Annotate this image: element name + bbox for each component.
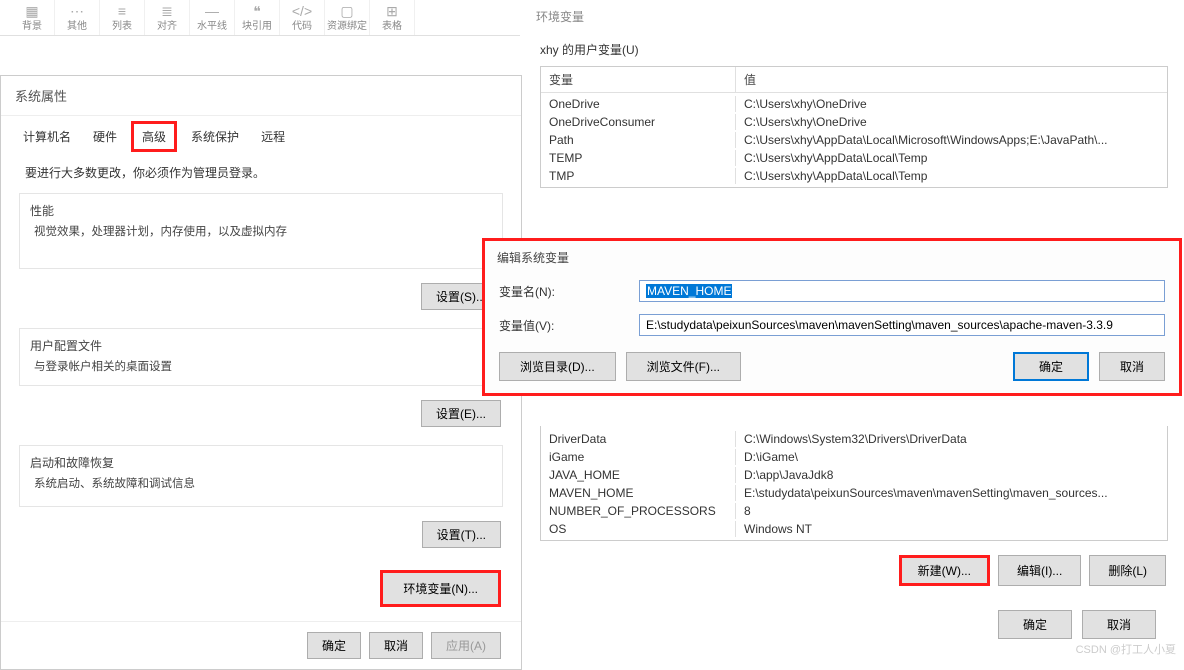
cell-value: Windows NT [736, 521, 1167, 537]
toolbar-align[interactable]: ≣对齐 [145, 0, 190, 35]
cell-name: NUMBER_OF_PROCESSORS [541, 503, 736, 519]
table-row[interactable]: MAVEN_HOMEE:\studydata\peixunSources\mav… [541, 484, 1167, 502]
cell-value: 8 [736, 503, 1167, 519]
cell-value: C:\Windows\System32\Drivers\DriverData [736, 431, 1167, 447]
browse-file-button[interactable]: 浏览文件(F)... [626, 352, 741, 381]
editor-toolbar: ▦背景 ⋯其他 ≡列表 ≣对齐 —水平线 ❝块引用 </>代码 ▢资源绑定 ⊞表… [0, 0, 520, 36]
tab-advanced[interactable]: 高级 [131, 121, 177, 152]
table-header: 变量 值 [541, 66, 1167, 93]
edit-button[interactable]: 编辑(I)... [998, 555, 1081, 586]
cell-value: C:\Users\xhy\AppData\Local\Microsoft\Win… [736, 132, 1167, 148]
table-row[interactable]: PathC:\Users\xhy\AppData\Local\Microsoft… [541, 131, 1167, 149]
browse-dir-button[interactable]: 浏览目录(D)... [499, 352, 616, 381]
cell-name: OS [541, 521, 736, 537]
env-title: 环境变量 [524, 0, 1184, 33]
toolbar-code[interactable]: </>代码 [280, 0, 325, 35]
cell-name: Path [541, 132, 736, 148]
profile-section: 用户配置文件 与登录帐户相关的桌面设置 [19, 328, 503, 386]
toolbar-other[interactable]: ⋯其他 [55, 0, 100, 35]
user-vars-table[interactable]: 变量 值 OneDriveC:\Users\xhy\OneDriveOneDri… [540, 66, 1168, 188]
toolbar-table[interactable]: ⊞表格 [370, 0, 415, 35]
tab-system-protection[interactable]: 系统保护 [183, 124, 247, 152]
dialog-buttons: 确定 取消 应用(A) [1, 621, 521, 669]
table-row[interactable]: iGameD:\iGame\ [541, 448, 1167, 466]
perf-desc: 视觉效果，处理器计划，内存使用，以及虚拟内存 [30, 223, 492, 239]
cell-value: E:\studydata\peixunSources\maven\mavenSe… [736, 485, 1167, 501]
cell-name: iGame [541, 449, 736, 465]
cell-value: C:\Users\xhy\AppData\Local\Temp [736, 168, 1167, 184]
table-row[interactable]: TEMPC:\Users\xhy\AppData\Local\Temp [541, 149, 1167, 167]
system-properties-dialog: 系统属性 计算机名 硬件 高级 系统保护 远程 要进行大多数更改，你必须作为管理… [0, 75, 522, 670]
var-name-input[interactable]: MAVEN_HOME [639, 280, 1165, 302]
user-vars-label: xhy 的用户变量(U) [524, 33, 1184, 62]
perf-label: 性能 [30, 202, 492, 219]
table-row[interactable]: OSWindows NT [541, 520, 1167, 538]
edit-title: 编辑系统变量 [485, 241, 1179, 274]
table-row[interactable]: OneDriveConsumerC:\Users\xhy\OneDrive [541, 113, 1167, 131]
cell-name: OneDriveConsumer [541, 114, 736, 130]
table-row[interactable]: DriverDataC:\Windows\System32\Drivers\Dr… [541, 430, 1167, 448]
col-variable[interactable]: 变量 [541, 67, 736, 92]
startup-label: 启动和故障恢复 [30, 454, 492, 471]
cell-value: C:\Users\xhy\OneDrive [736, 114, 1167, 130]
new-button[interactable]: 新建(W)... [899, 555, 990, 586]
cell-value: C:\Users\xhy\OneDrive [736, 96, 1167, 112]
var-value-label: 变量值(V): [499, 317, 639, 334]
table-row[interactable]: NUMBER_OF_PROCESSORS8 [541, 502, 1167, 520]
cell-value: C:\Users\xhy\AppData\Local\Temp [736, 150, 1167, 166]
env-ok-button[interactable]: 确定 [998, 610, 1072, 639]
profile-desc: 与登录帐户相关的桌面设置 [30, 358, 492, 374]
toolbar-quote[interactable]: ❝块引用 [235, 0, 280, 35]
table-row[interactable]: JAVA_HOMED:\app\JavaJdk8 [541, 466, 1167, 484]
watermark: CSDN @打工人小夏 [1076, 641, 1176, 657]
cell-name: TMP [541, 168, 736, 184]
cell-value: D:\app\JavaJdk8 [736, 467, 1167, 483]
toolbar-hr[interactable]: —水平线 [190, 0, 235, 35]
cancel-button[interactable]: 取消 [369, 632, 423, 659]
sysvar-buttons: 新建(W)... 编辑(I)... 删除(L) [524, 545, 1184, 596]
edit-cancel-button[interactable]: 取消 [1099, 352, 1165, 381]
cell-name: DriverData [541, 431, 736, 447]
edit-sysvar-dialog: 编辑系统变量 变量名(N): MAVEN_HOME 变量值(V): 浏览目录(D… [482, 238, 1182, 396]
tab-remote[interactable]: 远程 [253, 124, 293, 152]
tab-computer-name[interactable]: 计算机名 [15, 124, 79, 152]
system-vars-table[interactable]: DriverDataC:\Windows\System32\Drivers\Dr… [540, 426, 1168, 541]
var-value-input[interactable] [639, 314, 1165, 336]
delete-button[interactable]: 删除(L) [1089, 555, 1166, 586]
cell-name: OneDrive [541, 96, 736, 112]
startup-desc: 系统启动、系统故障和调试信息 [30, 475, 492, 491]
tabs: 计算机名 硬件 高级 系统保护 远程 [1, 116, 521, 152]
cell-name: JAVA_HOME [541, 467, 736, 483]
var-name-label: 变量名(N): [499, 283, 639, 300]
startup-settings-button[interactable]: 设置(T)... [422, 521, 501, 548]
dialog-title: 系统属性 [1, 76, 521, 116]
env-cancel-button[interactable]: 取消 [1082, 610, 1156, 639]
env-variables-button[interactable]: 环境变量(N)... [380, 570, 501, 607]
admin-note: 要进行大多数更改，你必须作为管理员登录。 [1, 152, 521, 187]
profile-label: 用户配置文件 [30, 337, 492, 354]
edit-ok-button[interactable]: 确定 [1013, 352, 1089, 381]
cell-name: TEMP [541, 150, 736, 166]
table-row[interactable]: OneDriveC:\Users\xhy\OneDrive [541, 95, 1167, 113]
cell-name: MAVEN_HOME [541, 485, 736, 501]
performance-section: 性能 视觉效果，处理器计划，内存使用，以及虚拟内存 [19, 193, 503, 269]
toolbar-list[interactable]: ≡列表 [100, 0, 145, 35]
cell-value: D:\iGame\ [736, 449, 1167, 465]
toolbar-res[interactable]: ▢资源绑定 [325, 0, 370, 35]
toolbar-bg[interactable]: ▦背景 [10, 0, 55, 35]
table-row[interactable]: TMPC:\Users\xhy\AppData\Local\Temp [541, 167, 1167, 185]
col-value[interactable]: 值 [736, 67, 1167, 92]
startup-section: 启动和故障恢复 系统启动、系统故障和调试信息 [19, 445, 503, 507]
tab-hardware[interactable]: 硬件 [85, 124, 125, 152]
apply-button[interactable]: 应用(A) [431, 632, 501, 659]
profile-settings-button[interactable]: 设置(E)... [421, 400, 501, 427]
ok-button[interactable]: 确定 [307, 632, 361, 659]
